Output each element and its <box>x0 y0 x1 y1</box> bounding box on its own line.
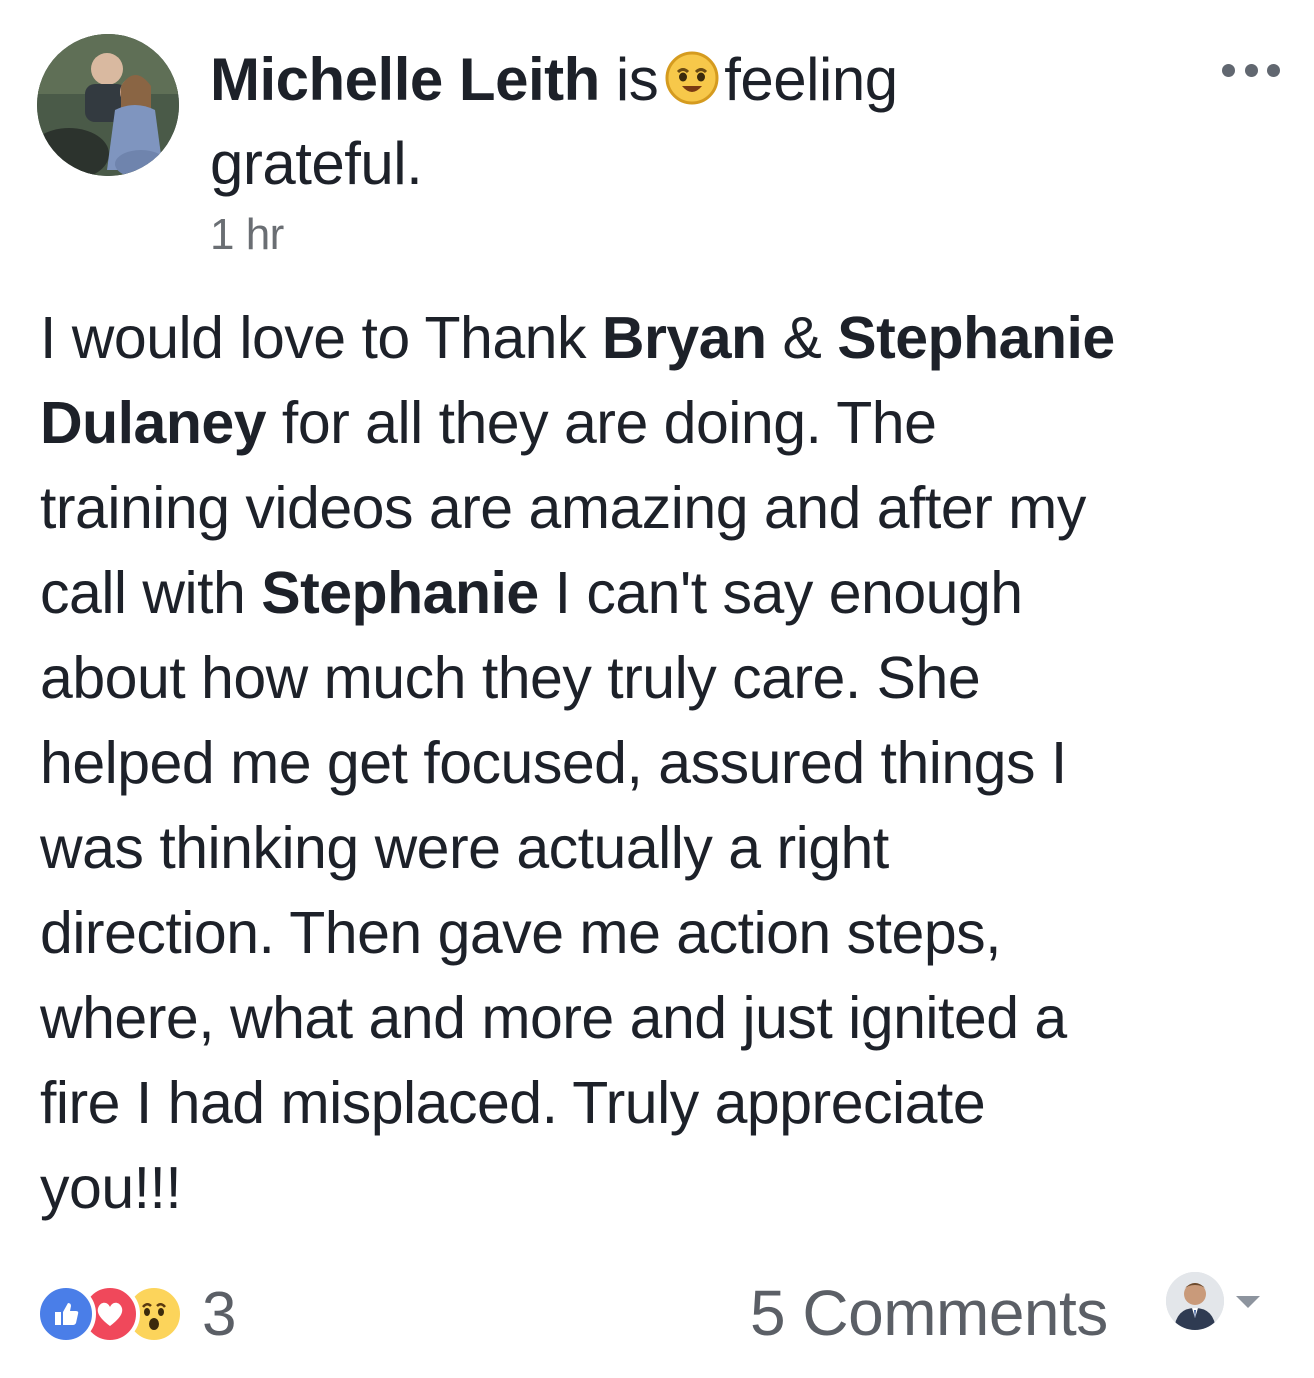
post-text-line: helped me get focused, assured things I <box>40 730 1067 796</box>
text-segment: & <box>766 305 838 371</box>
author-name[interactable]: Michelle Leith <box>210 46 600 113</box>
more-dot <box>1222 63 1235 77</box>
tagged-name-dulaney[interactable]: Dulaney <box>40 390 267 456</box>
text-segment: I can't say enough <box>538 560 1024 626</box>
more-dot <box>1267 63 1280 77</box>
post-text: I would love to Thank Bryan & Stephanie … <box>40 296 1290 1231</box>
tagged-name-stephanie[interactable]: Stephanie <box>261 560 539 626</box>
tagged-name-stephanie[interactable]: Stephanie <box>837 305 1115 371</box>
reactions-summary[interactable]: 3 <box>36 1280 236 1349</box>
text-segment: call with <box>40 560 262 626</box>
profile-avatar-icon[interactable] <box>1166 1272 1224 1330</box>
reaction-count[interactable]: 3 <box>202 1279 236 1350</box>
feeling-value[interactable]: grateful. <box>210 130 423 197</box>
text-segment: I would love to Thank <box>40 305 602 371</box>
more-options-icon[interactable] <box>1222 58 1280 82</box>
post-text-line: Dulaney for all they are doing. The <box>40 381 1290 466</box>
post-header: Michelle Leith is feeling grateful. <box>210 38 1110 206</box>
post-text-line: about how much they truly care. She <box>40 645 981 711</box>
post-text-line: where, what and more and just ignited a <box>40 985 1067 1051</box>
post-text-line: fire I had misplaced. Truly appreciate <box>40 1070 986 1136</box>
post-text-line: you!!! <box>40 1155 182 1221</box>
post-timestamp[interactable]: 1 hr <box>210 210 284 260</box>
grateful-face-emoji-icon <box>664 50 720 106</box>
more-dot <box>1244 63 1258 77</box>
post-text-line: call with Stephanie I can't say enough <box>40 551 1290 636</box>
author-avatar[interactable] <box>37 34 179 176</box>
feeling-text: feeling <box>724 46 898 113</box>
like-icon <box>36 1284 96 1344</box>
is-text: is <box>615 46 659 113</box>
tagged-name-bryan[interactable]: Bryan <box>602 305 767 371</box>
caret-down-icon[interactable] <box>1236 1296 1260 1308</box>
post-text-line: was thinking were actually a right <box>40 815 889 881</box>
comments-count-link[interactable]: 5 Comments <box>750 1276 1108 1350</box>
post-text-line: I would love to Thank Bryan & Stephanie <box>40 296 1290 381</box>
post-text-line: direction. Then gave me action steps, <box>40 900 1002 966</box>
text-segment: for all they are doing. The <box>266 390 937 456</box>
facebook-post: Michelle Leith is feeling grateful. 1 hr… <box>0 0 1314 1378</box>
post-text-line: training videos are amazing and after my <box>40 475 1086 541</box>
